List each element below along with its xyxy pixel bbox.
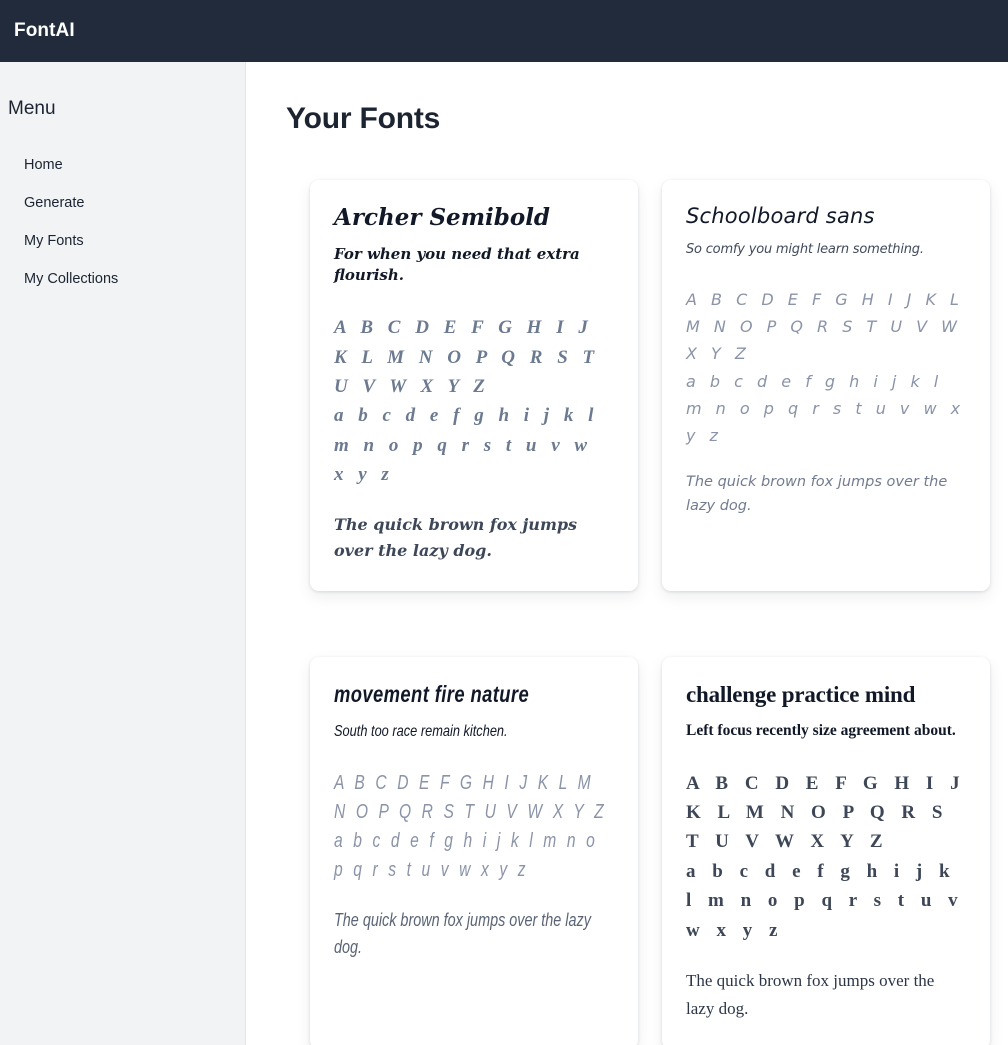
top-bar: FontAI	[0, 0, 1008, 62]
sidebar-title: Menu	[8, 98, 56, 119]
font-name: challenge practice mind	[686, 681, 916, 707]
font-tagline: South too race remain kitchen.	[334, 723, 508, 741]
font-card-grid: Archer Semibold For when you need that ex…	[286, 180, 992, 1045]
font-pangram: The quick brown fox jumps over the lazy …	[334, 910, 591, 958]
font-alphabet-uppercase: A B C D E F G H I J K L M N O P Q R S T …	[334, 772, 606, 824]
font-pangram: The quick brown fox jumps over the lazy …	[686, 474, 948, 515]
font-alphabet-lowercase: a b c d e f g h i j k l m n o p q r s t …	[334, 830, 598, 882]
page-title: Your Fonts	[286, 102, 441, 135]
font-card-name-row: movement fire nature	[334, 681, 614, 721]
font-card-tagline-row: So comfy you might learn something.	[686, 241, 966, 260]
font-card[interactable]: Schoolboard sans So comfy you might learn…	[662, 180, 990, 591]
font-card-name-row: Archer Semibold	[334, 204, 614, 232]
font-tagline: For when you need that extra flourish.	[334, 244, 580, 285]
font-alphabet-lowercase: a b c d e f g h i j k l m n o p q r s t …	[686, 860, 963, 941]
font-card[interactable]: Archer Semibold For when you need that ex…	[310, 180, 638, 591]
font-pangram: The quick brown fox jumps over the lazy …	[686, 971, 935, 1019]
font-pangram: The quick brown fox jumps over the lazy …	[334, 514, 578, 561]
font-alphabet-uppercase: A B C D E F G H I J K L M N O P Q R S T …	[686, 290, 963, 364]
font-alphabet-lowercase: a b c d e f g h i j k l m n o p q r s t …	[686, 371, 964, 445]
font-alphabet-lowercase: a b c d e f g h i j k l m n o p q r s t …	[334, 405, 598, 486]
font-name: Archer Semibold	[334, 204, 551, 231]
font-alphabet-uppercase: A B C D E F G H I J K L M N O P Q R S T …	[686, 772, 965, 853]
sidebar-item-my-collections[interactable]: My Collections	[0, 260, 245, 298]
font-name: Schoolboard sans	[686, 204, 875, 228]
sidebar-item-home[interactable]: Home	[0, 146, 245, 184]
sidebar: Menu Home Generate My Fonts My Collections	[0, 62, 246, 1045]
font-alphabet-uppercase: A B C D E F G H I J K L M N O P Q R S T …	[334, 317, 599, 397]
sidebar-item-my-fonts[interactable]: My Fonts	[0, 222, 245, 260]
font-card[interactable]: movement fire nature South too race remai…	[310, 656, 638, 1045]
font-tagline: Left focus recently size agreement about…	[686, 722, 956, 740]
font-card-tagline-row: For when you need that extra flourish.	[334, 244, 614, 288]
body-wrapper: Menu Home Generate My Fonts My Collections …	[0, 62, 1008, 1045]
font-card-tagline-row: Left focus recently size agreement about…	[686, 720, 966, 742]
font-card-tagline-row: South too race remain kitchen.	[334, 720, 614, 769]
sidebar-menu-list: Home Generate My Fonts My Collections	[0, 146, 245, 298]
font-name: movement fire nature	[334, 680, 530, 707]
brand-logo[interactable]: FontAI	[14, 20, 75, 42]
font-card[interactable]: challenge practice mind Left focus recent…	[662, 656, 990, 1045]
font-card-name-row: Schoolboard sans	[686, 204, 966, 229]
main-content: Your Fonts Archer Semibold For when you n…	[246, 62, 1008, 1045]
app-root: FontAI Menu Home Generate My Fonts My Colle…	[0, 0, 1008, 1045]
sidebar-item-generate[interactable]: Generate	[0, 184, 245, 222]
font-card-name-row: challenge practice mind	[686, 681, 966, 709]
font-tagline: So comfy you might learn something.	[686, 242, 924, 258]
